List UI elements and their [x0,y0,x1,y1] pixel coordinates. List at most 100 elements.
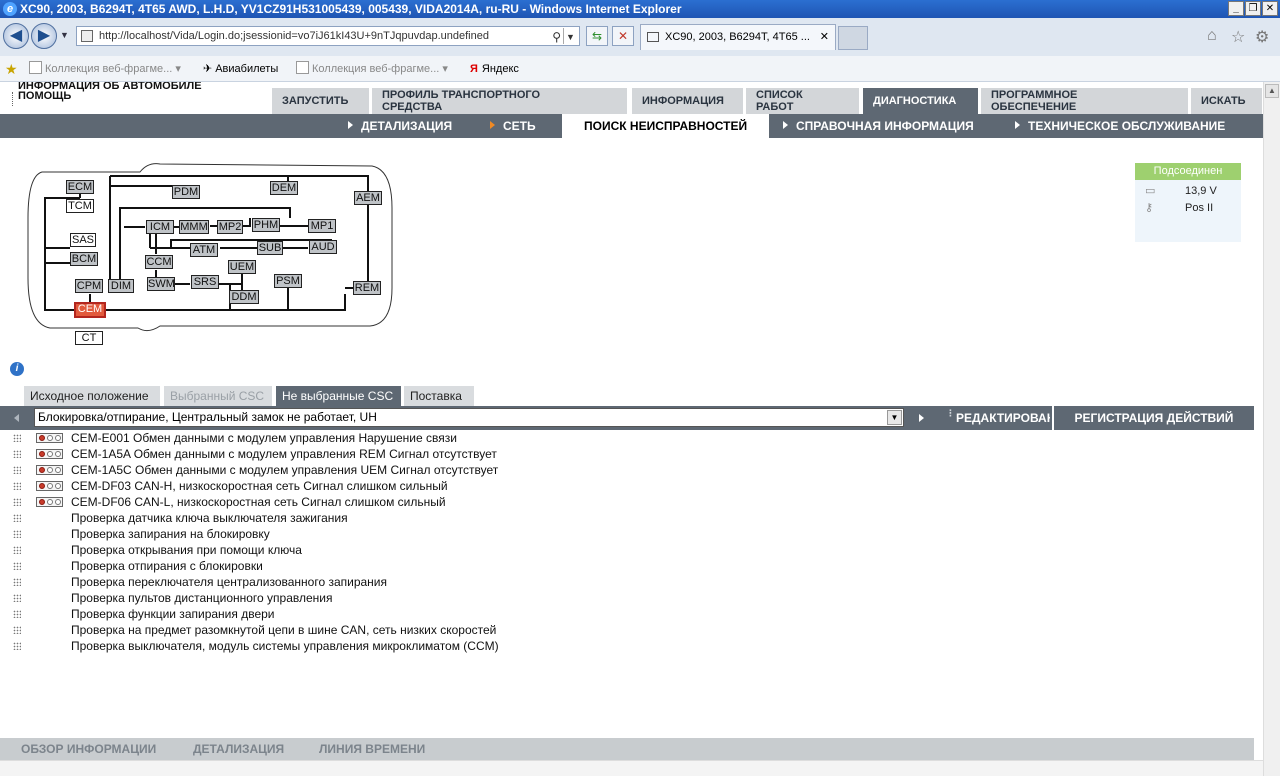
list-item[interactable]: Проверка запирания на блокировку [0,526,1254,542]
csc-tab-delivery[interactable]: Поставка [404,386,474,406]
tab-vehicle-profile[interactable]: ПРОФИЛЬ ТРАНСПОРТНОГО СРЕДСТВА [372,88,628,114]
module-ccm[interactable]: CCM [145,255,173,269]
drag-handle-icon[interactable] [13,514,21,522]
module-mp1[interactable]: MP1 [308,219,336,233]
drag-handle-icon[interactable] [13,562,21,570]
module-icm[interactable]: ICM [146,220,174,234]
module-aud[interactable]: AUD [309,240,337,254]
module-tcm[interactable]: TCM [66,199,94,213]
module-swm[interactable]: SWM [147,277,175,291]
close-window-icon[interactable]: ✕ [1262,1,1278,16]
favorites-icon[interactable]: ★ [5,56,18,82]
tab-software[interactable]: ПРОГРАММНОЕ ОБЕСПЕЧЕНИЕ [981,88,1189,114]
favorite-link[interactable]: ✈ Авиабилеты [203,56,278,82]
module-cpm[interactable]: CPM [75,279,103,293]
list-item[interactable]: CEM-1A5C Обмен данными с модулем управле… [0,462,1254,478]
tab-diagnostics[interactable]: ДИАГНОСТИКА [863,88,979,114]
module-mp2[interactable]: MP2 [217,220,243,234]
drag-handle-icon[interactable] [13,610,21,618]
csc-select[interactable]: Блокировка/отпирание, Центральный замок … [34,408,904,427]
restore-icon[interactable]: ❐ [1245,1,1261,16]
module-sub[interactable]: SUB [257,241,283,255]
bottom-tab-timeline[interactable]: ЛИНИЯ ВРЕМЕНИ [319,738,425,760]
drag-handle-icon[interactable] [13,450,21,458]
module-dim[interactable]: DIM [108,279,134,293]
bottom-tab-overview[interactable]: ОБЗОР ИНФОРМАЦИИ [21,738,156,760]
vertical-scrollbar[interactable]: ▲ [1263,82,1280,776]
forward-button[interactable]: ▶ [31,23,57,49]
module-dem[interactable]: DEM [270,181,298,195]
csc-tab-selected[interactable]: Выбранный CSC [164,386,272,406]
list-item[interactable]: Проверка отпирания с блокировки [0,558,1254,574]
module-rem[interactable]: REM [353,281,381,295]
minimize-icon[interactable]: _ [1228,1,1244,16]
new-tab-button[interactable] [838,26,868,50]
info-icon[interactable]: i [10,362,24,376]
subtab-reference-info[interactable]: СПРАВОЧНАЯ ИНФОРМАЦИЯ [783,114,974,138]
home-icon[interactable]: ⌂ [1207,27,1217,45]
dropdown-arrow-icon[interactable]: ▼ [887,410,902,425]
list-item[interactable]: Проверка функции запирания двери [0,606,1254,622]
module-psm[interactable]: PSM [274,274,302,288]
favorites-star-icon[interactable]: ☆ [1231,27,1245,47]
favorite-link[interactable]: Коллекция веб-фрагме... ▾ [29,56,181,82]
tab-information[interactable]: ИНФОРМАЦИЯ [632,88,744,114]
back-button[interactable]: ◀ [3,23,29,49]
drag-handle-icon[interactable] [13,466,21,474]
next-arrow-icon[interactable] [919,414,924,422]
drag-handle-icon[interactable] [13,626,21,634]
module-bcm[interactable]: BCM [70,252,98,266]
module-mmm[interactable]: MMM [179,220,209,234]
browser-tab[interactable]: XC90, 2003, B6294T, 4T65 ... ✕ [640,24,836,50]
tab-search[interactable]: ИСКАТЬ [1191,88,1263,114]
refresh-button[interactable]: ⇆ [586,26,608,46]
subtab-details[interactable]: ДЕТАЛИЗАЦИЯ [348,114,452,138]
drag-handle-icon[interactable] [13,434,21,442]
module-ct[interactable]: CT [75,331,103,345]
module-sas[interactable]: SAS [70,233,96,247]
favorite-link[interactable]: Коллекция веб-фрагме... ▾ [296,56,448,82]
module-ddm[interactable]: DDM [229,290,259,304]
drag-handle-icon[interactable] [13,578,21,586]
module-uem[interactable]: UEM [228,260,256,274]
tab-close-icon[interactable]: ✕ [820,25,829,49]
drag-handle-icon[interactable] [13,642,21,650]
list-item[interactable]: Проверка на предмет разомкнутой цепи в ш… [0,622,1254,638]
scroll-up-icon[interactable]: ▲ [1265,84,1279,98]
tab-work-list[interactable]: СПИСОК РАБОТ [746,88,860,114]
history-dropdown-icon[interactable]: ▼ [60,30,69,40]
subtab-network[interactable]: СЕТЬ [490,114,536,138]
stop-button[interactable]: ✕ [612,26,634,46]
list-item[interactable]: Проверка датчика ключа выключателя зажиг… [0,510,1254,526]
drag-handle-icon[interactable] [13,530,21,538]
search-icon[interactable]: ⚲ [552,28,561,45]
tab-start[interactable]: ЗАПУСТИТЬ [272,88,370,114]
address-bar[interactable]: http://localhost/Vida/Login.do;jsessioni… [76,26,580,46]
module-ecm[interactable]: ECM [66,180,94,194]
list-item[interactable]: CEM-DF06 CAN-L, низкоскоростная сеть Сиг… [0,494,1254,510]
list-item[interactable]: Проверка пультов дистанционного управлен… [0,590,1254,606]
module-phm[interactable]: PHM [252,218,280,232]
address-dropdown-icon[interactable]: ▼ [563,28,577,44]
list-item[interactable]: CEM-E001 Обмен данными с модулем управле… [0,430,1254,446]
drag-handle-icon[interactable] [13,482,21,490]
module-srs[interactable]: SRS [191,275,219,289]
subtab-fault-tracing[interactable]: ПОИСК НЕИСПРАВНОСТЕЙ [562,114,770,138]
list-item[interactable]: CEM-1A5A Обмен данными с модулем управле… [0,446,1254,462]
list-item[interactable]: Проверка переключателя централизованного… [0,574,1254,590]
csc-tab-unselected[interactable]: Не выбранные CSC [276,386,401,406]
csc-tab-initial[interactable]: Исходное положение [24,386,160,406]
drag-handle-icon[interactable] [13,594,21,602]
module-pdm[interactable]: PDM [172,185,200,199]
register-actions-button[interactable]: РЕГИСТРАЦИЯ ДЕЙСТВИЙ [1052,406,1254,430]
horizontal-scrollbar[interactable] [0,760,1263,776]
settings-gear-icon[interactable]: ⚙ [1255,27,1269,47]
drag-handle-icon[interactable] [13,498,21,506]
list-item[interactable]: Проверка открывания при помощи ключа [0,542,1254,558]
list-item[interactable]: Проверка выключателя, модуль системы упр… [0,638,1254,654]
bottom-tab-details[interactable]: ДЕТАЛИЗАЦИЯ [193,738,284,760]
module-aem[interactable]: AEM [354,191,382,205]
favorite-link[interactable]: Я Яндекс [470,56,519,82]
edit-button[interactable]: ⋮ РЕДАКТИРОВАНИЕ [944,406,1050,430]
drag-handle-icon[interactable] [13,546,21,554]
